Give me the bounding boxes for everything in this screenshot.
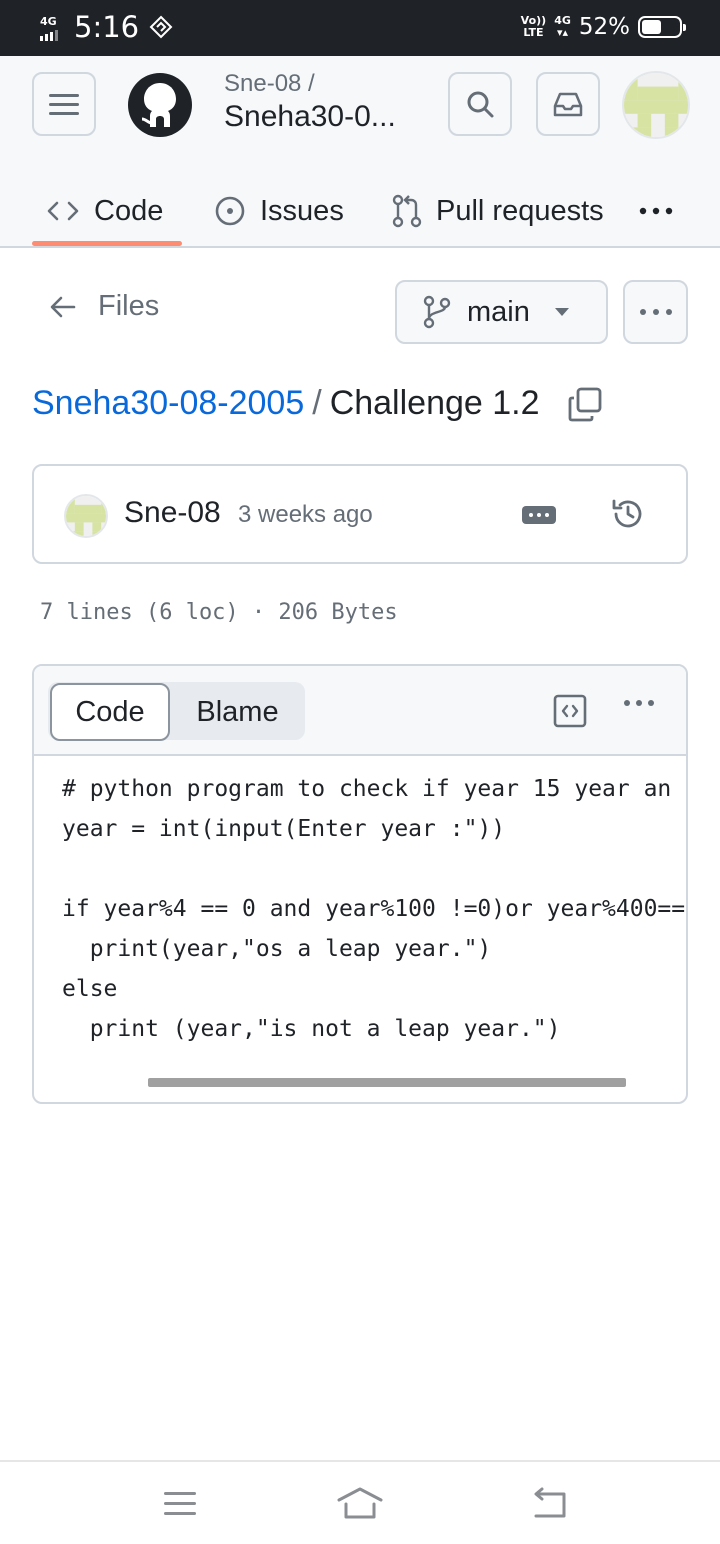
kebab-icon bbox=[639, 207, 673, 215]
repo-owner[interactable]: Sne-08 / bbox=[224, 70, 315, 98]
breadcrumb: Sneha30-08-2005 / Challenge 1.2 bbox=[32, 384, 540, 423]
repo-name[interactable]: Sneha30-0... bbox=[224, 100, 396, 134]
tab-issues[interactable]: Issues bbox=[214, 176, 344, 246]
search-icon bbox=[467, 91, 494, 118]
horizontal-scrollbar[interactable] bbox=[148, 1078, 626, 1087]
nav-home-icon[interactable] bbox=[336, 1486, 384, 1520]
user-avatar[interactable] bbox=[622, 71, 690, 139]
status-time: 5:16 bbox=[74, 10, 140, 44]
nav-back-icon[interactable] bbox=[530, 1486, 570, 1520]
app-header: Sne-08 / Sneha30-0... Code Issues Pull r… bbox=[0, 56, 720, 248]
breadcrumb-separator: / bbox=[312, 384, 322, 422]
code-line: # python program to check if year 15 yea… bbox=[62, 776, 672, 802]
repo-tabs: Code Issues Pull requests bbox=[0, 176, 720, 248]
tabs-more-button[interactable] bbox=[638, 176, 688, 246]
kebab-icon bbox=[639, 309, 672, 315]
triangle-down-icon bbox=[554, 308, 569, 316]
battery-percent: 52% bbox=[578, 14, 630, 40]
volte-indicator: Vo)) LTE bbox=[521, 15, 547, 39]
nfc-icon bbox=[149, 15, 173, 39]
tab-blame[interactable]: Blame bbox=[170, 683, 305, 741]
copy-icon[interactable] bbox=[566, 386, 604, 424]
search-button[interactable] bbox=[448, 72, 512, 136]
commit-time: 3 weeks ago bbox=[238, 501, 373, 528]
battery-icon bbox=[638, 16, 686, 38]
branch-selector[interactable]: main bbox=[395, 280, 608, 344]
github-logo-icon[interactable] bbox=[128, 73, 192, 137]
data-arrows-icon: ▾▴ bbox=[557, 26, 569, 39]
volte-bottom: LTE bbox=[523, 26, 544, 39]
system-nav-bar bbox=[0, 1460, 720, 1544]
tab-code-label: Code bbox=[94, 194, 164, 227]
commit-message-toggle[interactable] bbox=[522, 506, 556, 524]
tab-issues-label: Issues bbox=[260, 194, 344, 227]
tab-code-view[interactable]: Code bbox=[50, 683, 170, 741]
commit-author[interactable]: Sne-08 bbox=[124, 496, 221, 530]
data-indicator: 4G ▾▴ bbox=[554, 15, 571, 39]
file-more-button[interactable] bbox=[623, 280, 688, 344]
view-switcher: Blame Code bbox=[48, 682, 305, 741]
code-toolbar: Blame Code bbox=[34, 666, 686, 756]
git-branch-icon bbox=[423, 295, 451, 329]
active-tab-indicator bbox=[32, 241, 182, 246]
code-more-button[interactable] bbox=[624, 700, 654, 706]
tab-pull-requests-label: Pull requests bbox=[436, 194, 604, 227]
code-body: # python program to check if year 15 yea… bbox=[34, 756, 686, 1076]
network-type: 4G bbox=[40, 15, 57, 28]
issue-icon bbox=[215, 196, 245, 226]
inbox-icon bbox=[553, 92, 583, 117]
file-info: 7 lines (6 loc) · 206 Bytes bbox=[40, 600, 398, 625]
tab-pull-requests[interactable]: Pull requests bbox=[392, 176, 604, 246]
status-bar: 4G 5:16 Vo)) LTE 4G ▾▴ 52% bbox=[0, 0, 720, 56]
code-line: year = int(input(Enter year :")) bbox=[62, 816, 506, 842]
breadcrumb-repo-link[interactable]: Sneha30-08-2005 bbox=[32, 384, 304, 423]
files-label: Files bbox=[98, 290, 160, 322]
tab-code[interactable]: Code bbox=[46, 176, 163, 246]
branch-name: main bbox=[467, 295, 530, 328]
code-line: print (year,"is not a leap year.") bbox=[62, 1016, 561, 1042]
raw-file-icon[interactable] bbox=[553, 694, 587, 728]
arrow-left-icon bbox=[50, 296, 76, 317]
nav-menu-icon[interactable] bbox=[160, 1486, 200, 1520]
hamburger-icon bbox=[49, 94, 79, 115]
files-back-link[interactable]: Files bbox=[50, 290, 159, 323]
code-line: print(year,"os a leap year.") bbox=[62, 936, 492, 962]
breadcrumb-file: Challenge 1.2 bbox=[329, 384, 540, 422]
code-line: else bbox=[62, 976, 118, 1002]
pull-request-icon bbox=[392, 194, 422, 228]
signal-icon: 4G bbox=[36, 11, 70, 43]
commit-author-avatar[interactable] bbox=[64, 494, 108, 538]
code-icon bbox=[47, 201, 79, 221]
code-panel: Blame Code # python program to check if … bbox=[32, 664, 688, 1104]
latest-commit: Sne-08 3 weeks ago bbox=[32, 464, 688, 564]
inbox-button[interactable] bbox=[536, 72, 600, 136]
code-line: if year%4 == 0 and year%100 !=0)or year%… bbox=[62, 896, 686, 922]
menu-button[interactable] bbox=[32, 72, 96, 136]
history-icon[interactable] bbox=[610, 496, 646, 532]
